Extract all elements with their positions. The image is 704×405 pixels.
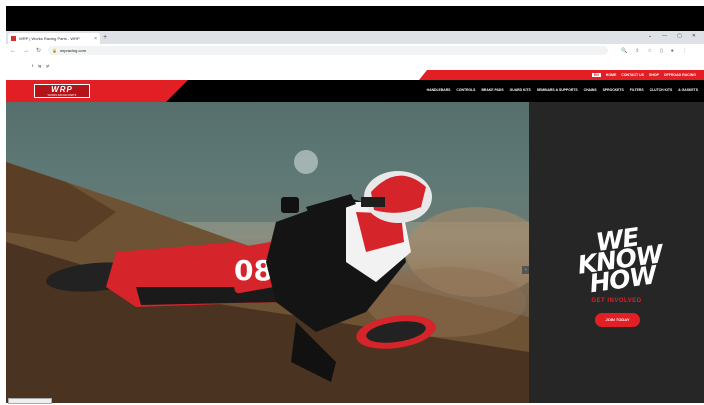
nav-item-chains[interactable]: CHAINS bbox=[584, 88, 597, 92]
bottom-corner-element bbox=[8, 398, 52, 404]
logo-subtext: WORKS RACING PARTS bbox=[47, 93, 77, 97]
hero-illustration: 08 bbox=[6, 102, 529, 403]
language-selector[interactable]: EN bbox=[591, 73, 601, 77]
nav-item-sprockets[interactable]: SPROCKETS bbox=[603, 88, 624, 92]
screenshot-frame: WRP | Works Racing Parts - WRP × + ⌄ — ▢… bbox=[0, 0, 704, 405]
address-bar[interactable]: 🔒 wrpracing.com bbox=[48, 46, 609, 55]
util-link-contact[interactable]: CONTACT US bbox=[621, 73, 644, 77]
hero-photo: 08 bbox=[6, 102, 529, 403]
back-icon[interactable]: ← bbox=[10, 48, 16, 54]
close-window-icon[interactable]: ✕ bbox=[692, 33, 696, 39]
nav-item-gaskets[interactable]: & GASKETS bbox=[678, 88, 698, 92]
util-link-home[interactable]: HOME bbox=[606, 73, 617, 77]
nav-item-controls[interactable]: CONTROLS bbox=[456, 88, 475, 92]
logo-text: WRP bbox=[51, 84, 73, 94]
share-icon[interactable]: ⇪ bbox=[635, 48, 639, 54]
hero-tagline: WE KNOW HOW bbox=[561, 222, 678, 298]
window-controls: ⌄ — ▢ ✕ bbox=[648, 33, 696, 39]
tab-close-icon[interactable]: × bbox=[94, 36, 100, 42]
favicon-icon bbox=[11, 36, 16, 41]
nav-item-seminars[interactable]: SEMINARS & SUPPORTS bbox=[537, 88, 578, 92]
nav-item-guard-kits[interactable]: GUARD KITS bbox=[510, 88, 531, 92]
util-link-offroad[interactable]: OFFROAD RACING bbox=[664, 73, 696, 77]
browser-tabstrip: WRP | Works Racing Parts - WRP × + ⌄ — ▢… bbox=[6, 31, 704, 44]
tab-search-icon[interactable]: ⌄ bbox=[648, 33, 652, 39]
instagram-icon[interactable]: ig bbox=[38, 63, 41, 68]
utility-red-bar: EN HOME CONTACT US SHOP OFFROAD RACING bbox=[419, 70, 704, 80]
nav-item-handlebars[interactable]: HANDLEBARS bbox=[427, 88, 451, 92]
util-link-shop[interactable]: SHOP bbox=[649, 73, 659, 77]
browser-toolbar: ← → ↻ 🔒 wrpracing.com 🔍 ⇪ ☆ ▯ ● ⋮ bbox=[6, 44, 704, 57]
hero-subheading: GET INVOLVED bbox=[591, 298, 642, 304]
top-black-band bbox=[6, 6, 704, 31]
youtube-icon[interactable]: yt bbox=[46, 63, 49, 68]
reload-icon[interactable]: ↻ bbox=[36, 47, 41, 54]
nav-item-filters[interactable]: FILTERS bbox=[630, 88, 644, 92]
lock-icon: 🔒 bbox=[52, 48, 58, 53]
nav-item-clutch-kits[interactable]: CLUTCH KITS bbox=[650, 88, 673, 92]
site-logo[interactable]: WRP WORKS RACING PARTS bbox=[34, 84, 90, 98]
main-navigation: WRP WORKS RACING PARTS HANDLEBARS CONTRO… bbox=[6, 80, 704, 102]
forward-icon[interactable]: → bbox=[23, 48, 29, 54]
maximize-icon[interactable]: ▢ bbox=[677, 33, 682, 39]
join-today-button[interactable]: JOIN TODAY bbox=[595, 313, 640, 327]
menu-icon[interactable]: ⋮ bbox=[682, 48, 687, 54]
sidepanel-icon[interactable]: ▯ bbox=[660, 48, 663, 54]
new-tab-button[interactable]: + bbox=[103, 33, 107, 42]
browser-tool-icons: 🔍 ⇪ ☆ ▯ ● ⋮ bbox=[621, 48, 687, 54]
facebook-icon[interactable]: f bbox=[32, 63, 33, 68]
tab-title: WRP | Works Racing Parts - WRP bbox=[19, 36, 80, 41]
minimize-icon[interactable]: — bbox=[662, 33, 667, 39]
social-links: f ig yt bbox=[32, 63, 49, 68]
hero-side-panel: WE KNOW HOW GET INVOLVED JOIN TODAY bbox=[529, 102, 704, 403]
nav-links: HANDLEBARS CONTROLS BRAKE PADS GUARD KIT… bbox=[427, 88, 698, 92]
hero-section: 08 ‹ WE KNOW HOW GET INVOLVED JOIN TODAY bbox=[6, 102, 704, 403]
url-text: wrpracing.com bbox=[60, 48, 87, 53]
zoom-icon[interactable]: 🔍 bbox=[621, 48, 627, 54]
star-icon[interactable]: ☆ bbox=[647, 48, 651, 54]
nav-item-brake-pads[interactable]: BRAKE PADS bbox=[481, 88, 503, 92]
profile-icon[interactable]: ● bbox=[671, 48, 674, 54]
browser-tab[interactable]: WRP | Works Racing Parts - WRP × bbox=[8, 33, 100, 44]
